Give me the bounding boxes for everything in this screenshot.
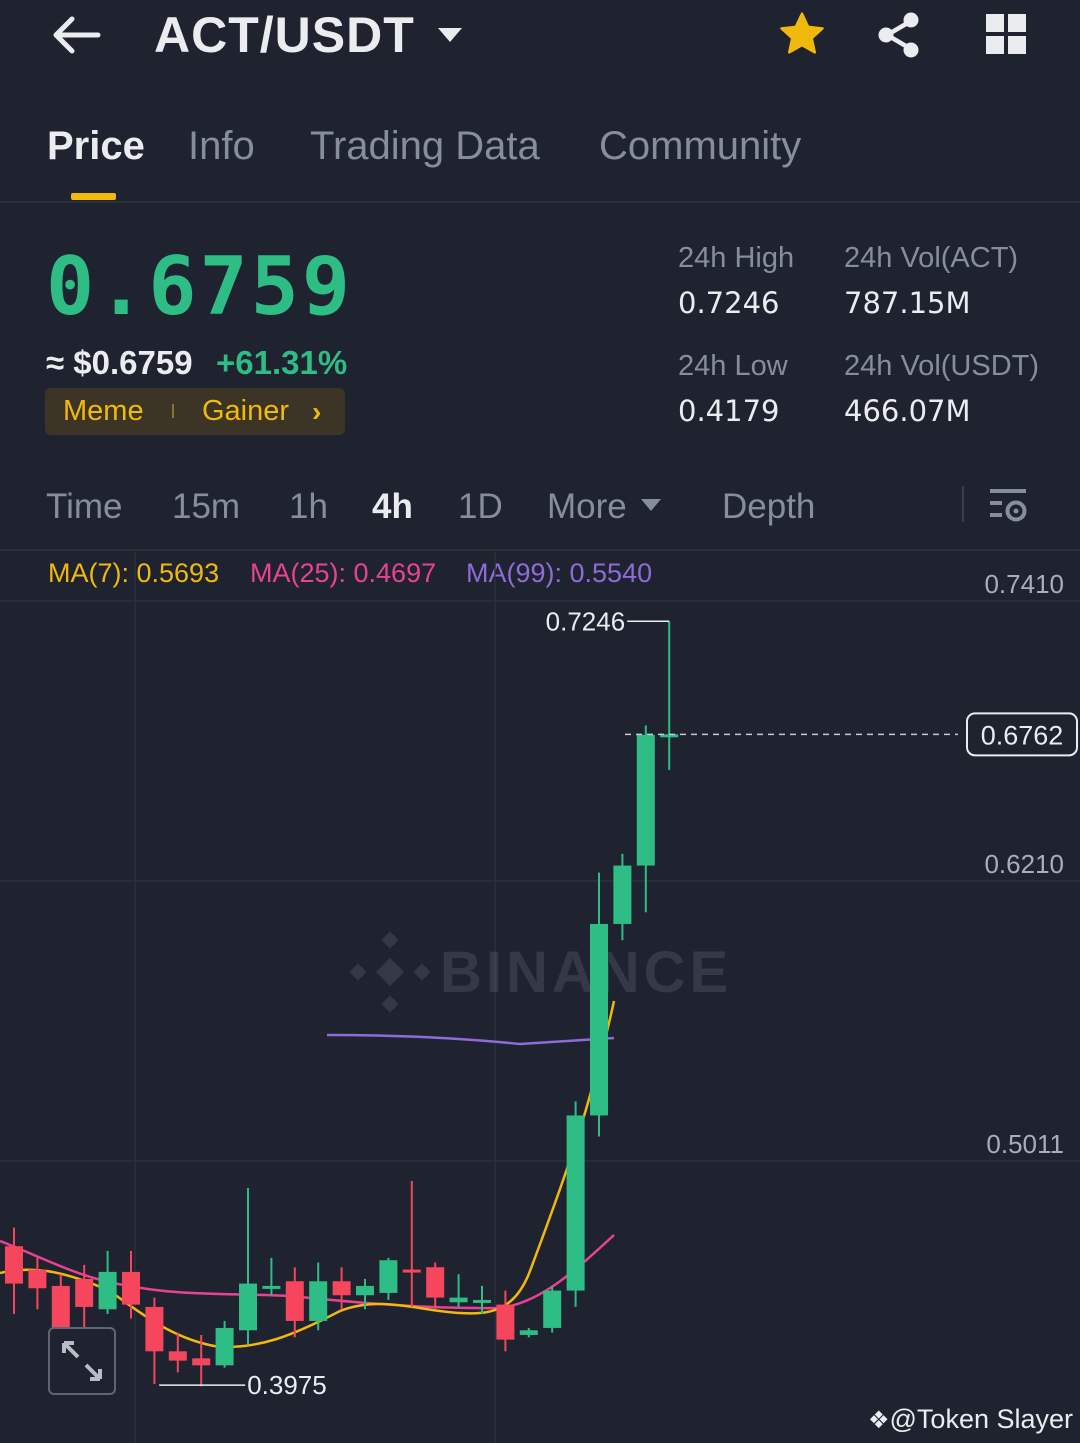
- vol-base-label: 24h Vol(ACT): [844, 242, 1019, 274]
- current-price-tag[interactable]: 0.6762: [966, 712, 1078, 757]
- interval-1d[interactable]: 1D: [458, 487, 503, 527]
- interval-4h[interactable]: 4h: [372, 487, 413, 527]
- interval-1h[interactable]: 1h: [289, 487, 328, 527]
- candle-body: [122, 1271, 140, 1305]
- high-marker-label: 0.7246: [546, 606, 626, 636]
- interval-time[interactable]: Time: [46, 487, 122, 527]
- interval-depth[interactable]: Depth: [722, 487, 815, 527]
- axis-label-low: 0.5011: [986, 1129, 1064, 1159]
- candle-body: [613, 865, 632, 924]
- candle-body: [402, 1269, 421, 1273]
- candle-body: [590, 923, 608, 1116]
- expand-chart-button[interactable]: [48, 1327, 116, 1395]
- credit-watermark: ❖@Token Slayer: [868, 1404, 1074, 1434]
- tag-gainer[interactable]: Gainer: [202, 395, 289, 428]
- candle-body: [449, 1297, 468, 1303]
- low-label: 24h Low: [678, 350, 788, 382]
- chart-settings-icon[interactable]: [988, 486, 1028, 526]
- candle-body: [215, 1327, 234, 1366]
- binance-square-icon: ❖: [868, 1407, 890, 1434]
- share-icon[interactable]: [874, 10, 924, 60]
- interval-more[interactable]: More: [547, 487, 627, 527]
- candle-body: [473, 1299, 491, 1303]
- candle-body: [28, 1269, 47, 1289]
- tab-price[interactable]: Price: [47, 124, 145, 169]
- low-marker-label: 0.3975: [247, 1370, 327, 1400]
- candle-body: [145, 1306, 164, 1352]
- candle-body: [5, 1246, 23, 1284]
- vol-quote-value: 466.07M: [844, 394, 971, 428]
- high-marker: 0.7246: [546, 606, 670, 636]
- candle-body: [496, 1304, 515, 1340]
- price-change-percent: +61.31%: [216, 344, 348, 381]
- interval-separator: [962, 486, 964, 522]
- binance-watermark: BINANCE: [349, 931, 732, 1013]
- candle-body: [426, 1267, 445, 1298]
- last-price: 0.6759: [46, 240, 353, 333]
- tag-separator: [172, 404, 174, 418]
- back-arrow-icon[interactable]: [50, 12, 102, 58]
- axis-label-mid: 0.6210: [984, 849, 1064, 879]
- svg-text:BINANCE: BINANCE: [440, 940, 732, 1005]
- candle-body: [519, 1330, 538, 1335]
- candle-body: [192, 1358, 211, 1366]
- candle-body: [566, 1115, 585, 1291]
- high-label: 24h High: [678, 242, 795, 274]
- candle-body: [75, 1278, 94, 1307]
- low-value: 0.4179: [678, 394, 780, 428]
- candle-body: [543, 1290, 562, 1328]
- expand-icon: [62, 1341, 102, 1381]
- star-icon[interactable]: [778, 10, 826, 58]
- tag-meme[interactable]: Meme: [63, 395, 144, 428]
- more-caret-icon[interactable]: [640, 498, 662, 512]
- candlestick-chart[interactable]: BINANCE 0.6762 0.7410 0.6210 0.5011 0.72…: [0, 551, 1080, 1443]
- tabs-divider: [0, 201, 1080, 203]
- candle-body: [285, 1281, 304, 1321]
- low-marker: 0.3975: [159, 1370, 327, 1400]
- axis-label-top: 0.7410: [984, 569, 1064, 599]
- grid-icon[interactable]: [984, 12, 1028, 56]
- candle-body: [309, 1281, 328, 1321]
- candle-body: [356, 1285, 374, 1296]
- chevron-right-icon[interactable]: ›: [312, 396, 321, 428]
- candle-body: [239, 1283, 257, 1331]
- candle-body: [636, 734, 655, 866]
- candle-body: [168, 1351, 187, 1361]
- pair-title[interactable]: ACT/USDT: [154, 6, 415, 64]
- interval-15m[interactable]: 15m: [172, 487, 240, 527]
- vol-quote-label: 24h Vol(USDT): [844, 350, 1040, 382]
- high-value: 0.7246: [678, 286, 780, 320]
- tab-community[interactable]: Community: [599, 124, 801, 169]
- candle-body: [379, 1260, 398, 1293]
- candle-body: [262, 1285, 281, 1289]
- tab-trading-data[interactable]: Trading Data: [310, 124, 540, 169]
- candle-body: [332, 1281, 351, 1296]
- candle-body: [98, 1271, 117, 1310]
- ma99-line: [326, 1033, 615, 1046]
- active-tab-indicator: [71, 193, 116, 200]
- current-price-label: 0.6762: [981, 720, 1064, 750]
- tab-info[interactable]: Info: [188, 124, 255, 169]
- caret-down-icon[interactable]: [436, 26, 464, 44]
- usd-price: ≈ $0.6759: [46, 344, 193, 381]
- vol-base-value: 787.15M: [844, 286, 971, 320]
